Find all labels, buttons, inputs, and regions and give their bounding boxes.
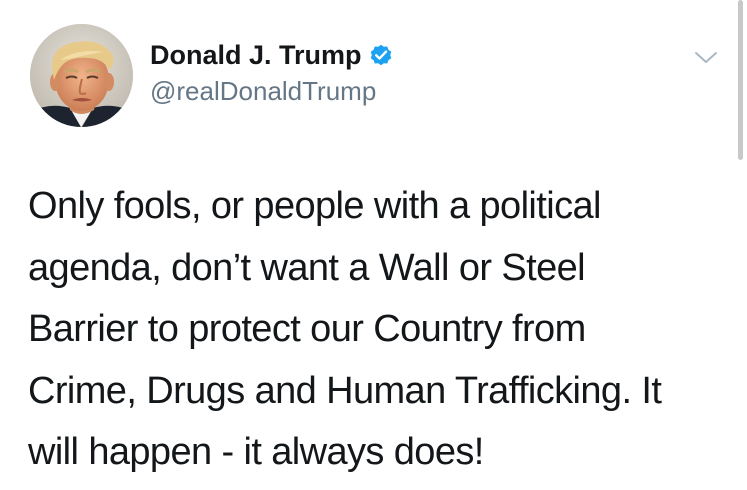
tweet-author[interactable]: Donald J. Trump @realDonaldTrump	[150, 38, 394, 107]
tweet-text: Only fools, or people with a political a…	[28, 185, 662, 473]
author-name-row: Donald J. Trump	[150, 38, 394, 72]
scrollbar[interactable]	[738, 0, 743, 160]
tweet-card: Donald J. Trump @realDonaldTrump Only fo…	[0, 0, 747, 490]
avatar-image	[30, 24, 133, 127]
author-display-name[interactable]: Donald J. Trump	[150, 40, 362, 71]
author-handle[interactable]: @realDonaldTrump	[150, 76, 394, 107]
profile-avatar[interactable]	[30, 24, 133, 127]
chevron-down-icon[interactable]	[694, 50, 718, 66]
verified-badge-icon	[368, 42, 394, 68]
